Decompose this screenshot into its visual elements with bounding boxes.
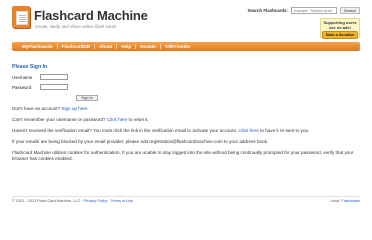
username-row: Username xyxy=(12,74,360,80)
signup-text: Don't have an account? xyxy=(12,106,62,111)
username-label: Username xyxy=(12,74,33,80)
footer-left: © 2001 - 2013 Flash Card Machine, LLC · … xyxy=(12,199,133,203)
donate-text: Supporting users see no ads! xyxy=(321,20,359,30)
nav-donate[interactable]: Donate xyxy=(136,44,161,49)
reset-link[interactable]: Click here xyxy=(107,117,127,122)
links-label: Links: xyxy=(330,198,342,203)
resend-link[interactable]: Click here xyxy=(238,128,258,133)
flashcards-link[interactable]: Flashcards xyxy=(341,199,360,203)
signup-link[interactable]: Sign up here. xyxy=(61,106,88,111)
donate-text-line2: see no ads! xyxy=(328,24,351,30)
main-nav: MyFlashcards FlashcardDB About Help Dona… xyxy=(12,42,360,51)
password-label: Password xyxy=(12,84,32,90)
username-field[interactable] xyxy=(40,74,68,80)
search-label: Search Flashcards: xyxy=(247,8,288,13)
flashcard-logo-icon xyxy=(12,6,30,28)
nav-help[interactable]: Help xyxy=(117,44,137,49)
copyright: © 2001 - 2013 Flash Card Machine, LLC · xyxy=(12,198,84,203)
terms-of-use-link[interactable]: Terms of Use xyxy=(111,199,133,203)
signup-paragraph: Don't have an account? Sign up here. xyxy=(12,106,360,112)
verification-paragraph: Haven't received the verification email?… xyxy=(12,128,360,134)
password-field[interactable] xyxy=(40,84,68,90)
nav-flashcarddb[interactable]: FlashcardDB xyxy=(58,44,95,49)
logo[interactable]: Flashcard Machine create, study and shar… xyxy=(12,6,148,34)
page: Flashcard Machine create, study and shar… xyxy=(8,0,364,240)
logo-tagline: create, study and share online flash car… xyxy=(35,24,117,29)
signin-button[interactable]: Sign In xyxy=(76,95,98,101)
make-donation-button[interactable]: Make a Donation xyxy=(321,31,359,40)
signin-title: Please Sign In xyxy=(12,64,48,70)
logo-title: Flashcard Machine xyxy=(34,8,148,23)
reset-paragraph: Can't remember your username or password… xyxy=(12,117,360,123)
email-blocked-paragraph: If your emails are being blocked by your… xyxy=(12,139,269,144)
search-input[interactable] xyxy=(290,7,337,14)
verification-text: Haven't received the verification email?… xyxy=(12,128,239,133)
cookies-paragraph: Flashcard Machine utilizes cookies for a… xyxy=(12,150,354,161)
nav-tellfriends[interactable]: TellFriends! xyxy=(161,44,195,49)
search-button[interactable]: Search xyxy=(339,7,360,14)
reset-text: Can't remember your username or password… xyxy=(12,117,107,122)
nav-myflashcards[interactable]: MyFlashcards xyxy=(18,44,58,49)
password-row: Password xyxy=(12,84,360,90)
footer-right: Links: Flashcards xyxy=(330,199,360,203)
nav-about[interactable]: About xyxy=(95,44,118,49)
privacy-policy-link[interactable]: Privacy Policy xyxy=(84,199,108,203)
main-content: Please Sign In Username Password Sign In… xyxy=(12,57,360,162)
footer: © 2001 - 2013 Flash Card Machine, LLC · … xyxy=(12,196,360,204)
search-bar: Search Flashcards: Search xyxy=(247,7,360,14)
donate-box: Supporting users see no ads! Make a Dona… xyxy=(320,18,360,40)
reset-text-after: to reset it. xyxy=(127,117,149,122)
verification-text-after: to have it re-sent to you. xyxy=(258,128,310,133)
